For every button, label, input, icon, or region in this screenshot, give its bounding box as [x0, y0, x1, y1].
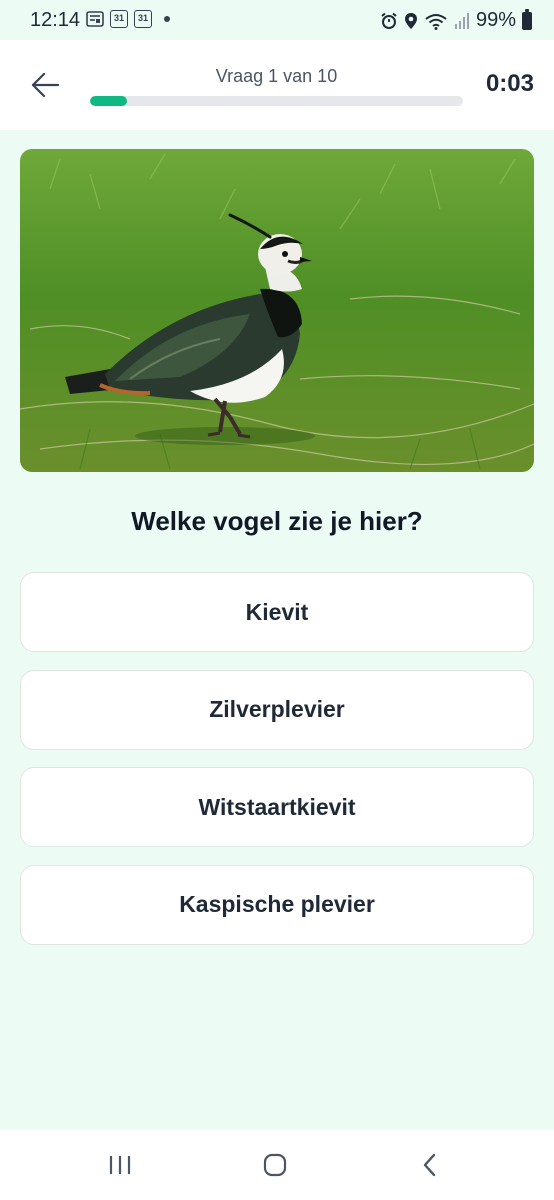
recents-icon — [109, 1156, 131, 1174]
status-system-icons: 99% — [380, 8, 532, 32]
location-icon — [404, 12, 417, 29]
calendar-icon: 31 — [134, 10, 152, 28]
signal-icon — [454, 12, 469, 29]
status-time: 12:14 — [30, 9, 81, 31]
answer-options: Kievit Zilverplevier Witstaartkievit Kas… — [20, 572, 534, 962]
bird-photo — [20, 149, 534, 472]
wifi-icon — [425, 13, 447, 30]
question-progress-label: Vraag 1 van 10 — [215, 66, 338, 86]
back-button[interactable] — [28, 68, 62, 102]
answer-option[interactable]: Zilverplevier — [20, 669, 534, 750]
answer-option[interactable]: Witstaartkievit — [20, 767, 534, 847]
arrow-left-icon — [31, 72, 60, 98]
chevron-left-icon — [423, 1153, 436, 1177]
answer-option[interactable]: Kaspische plevier — [20, 864, 534, 945]
calendar-icon: 31 — [110, 10, 128, 28]
alarm-icon — [381, 12, 397, 29]
nav-back-button[interactable] — [410, 1148, 450, 1182]
answer-option[interactable]: Kievit — [20, 572, 534, 652]
nav-recents-button[interactable] — [100, 1148, 140, 1182]
more-notifications-dot-icon — [164, 16, 170, 22]
battery-percentage: 99% — [475, 9, 516, 31]
nav-home-button[interactable] — [255, 1148, 295, 1182]
question-text: Welke vogel zie je hier? — [131, 506, 423, 536]
status-bar: 12:14 31 31 99% — [0, 0, 554, 40]
progress-bar-fill — [90, 96, 128, 106]
timer: 0:03 — [485, 70, 534, 97]
quiz-header: Vraag 1 van 10 0:03 — [0, 40, 554, 130]
status-notification-icons: 31 31 — [86, 10, 170, 28]
news-icon — [86, 11, 104, 27]
home-icon — [263, 1153, 287, 1177]
battery-icon — [522, 8, 532, 30]
progress-bar — [90, 96, 463, 106]
system-navigation-bar — [0, 1130, 554, 1200]
